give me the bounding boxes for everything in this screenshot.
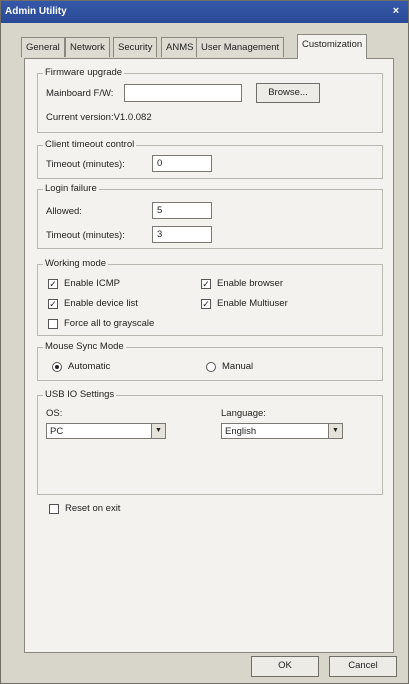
ok-button[interactable]: OK	[251, 656, 319, 677]
tab-network[interactable]: Network	[65, 37, 110, 57]
login-timeout-label: Timeout (minutes):	[46, 230, 125, 241]
language-label: Language:	[221, 408, 266, 419]
tab-security[interactable]: Security	[113, 37, 158, 57]
allowed-input[interactable]: 5	[152, 202, 212, 219]
mainboard-fw-input[interactable]	[124, 84, 242, 102]
client-timeout-input[interactable]: 0	[152, 155, 212, 172]
close-icon[interactable]: ×	[390, 5, 402, 17]
cancel-button[interactable]: Cancel	[329, 656, 397, 677]
login-failure-group: Login failure Allowed: 5 Timeout (minute…	[37, 183, 383, 249]
radio-selected-dot	[55, 365, 59, 369]
reset-on-exit-label: Reset on exit	[65, 503, 121, 514]
enable-device-list-label: Enable device list	[64, 298, 138, 309]
admin-utility-window: Admin Utility × General Network Security…	[0, 0, 409, 684]
window-title: Admin Utility	[5, 6, 67, 17]
group-legend: Client timeout control	[43, 139, 137, 150]
client-timeout-label: Timeout (minutes):	[46, 159, 125, 170]
language-select[interactable]: English ▼	[221, 423, 343, 439]
client-timeout-group: Client timeout control Timeout (minutes)…	[37, 139, 383, 179]
group-legend: Login failure	[43, 183, 99, 194]
language-select-value: English	[225, 426, 257, 437]
os-label: OS:	[46, 408, 63, 419]
customization-panel: Firmware upgrade Mainboard F/W: Browse..…	[24, 58, 394, 653]
reset-on-exit-checkbox[interactable]	[49, 504, 59, 514]
mouse-sync-group: Mouse Sync Mode Automatic Manual	[37, 341, 383, 381]
browse-button[interactable]: Browse...	[256, 83, 320, 103]
manual-radio[interactable]	[206, 362, 216, 372]
enable-icmp-label: Enable ICMP	[64, 278, 120, 289]
manual-label: Manual	[222, 361, 254, 372]
tab-general[interactable]: General	[21, 37, 65, 57]
title-bar: Admin Utility ×	[1, 1, 408, 23]
current-version-text: Current version:V1.0.082	[46, 112, 152, 123]
tab-customization[interactable]: Customization	[297, 34, 368, 59]
enable-device-list-checkbox[interactable]: ✓	[48, 299, 58, 309]
usb-io-settings-group: USB IO Settings OS: PC ▼ Language: Engli…	[37, 389, 383, 495]
enable-browser-label: Enable browser	[217, 278, 284, 289]
force-grayscale-label: Force all to grayscale	[64, 318, 155, 329]
group-legend: Firmware upgrade	[43, 67, 125, 78]
group-legend: Working mode	[43, 258, 109, 269]
enable-icmp-checkbox[interactable]: ✓	[48, 279, 58, 289]
os-select-value: PC	[50, 426, 64, 437]
chevron-down-icon: ▼	[328, 424, 342, 438]
automatic-label: Automatic	[68, 361, 111, 372]
chevron-down-icon: ▼	[151, 424, 165, 438]
firmware-upgrade-group: Firmware upgrade Mainboard F/W: Browse..…	[37, 67, 383, 133]
login-timeout-input[interactable]: 3	[152, 226, 212, 243]
automatic-radio[interactable]	[52, 362, 62, 372]
enable-multiuser-label: Enable Multiuser	[217, 298, 288, 309]
allowed-label: Allowed:	[46, 206, 82, 217]
group-legend: USB IO Settings	[43, 389, 117, 400]
working-mode-group: Working mode ✓ Enable ICMP ✓ Enable brow…	[37, 258, 383, 336]
force-grayscale-checkbox[interactable]	[48, 319, 58, 329]
enable-browser-checkbox[interactable]: ✓	[201, 279, 211, 289]
mainboard-fw-label: Mainboard F/W:	[46, 88, 114, 99]
tab-user-management[interactable]: User Management	[196, 37, 285, 57]
group-legend: Mouse Sync Mode	[43, 341, 126, 352]
tab-anms[interactable]: ANMS	[161, 37, 199, 57]
enable-multiuser-checkbox[interactable]: ✓	[201, 299, 211, 309]
os-select[interactable]: PC ▼	[46, 423, 166, 439]
